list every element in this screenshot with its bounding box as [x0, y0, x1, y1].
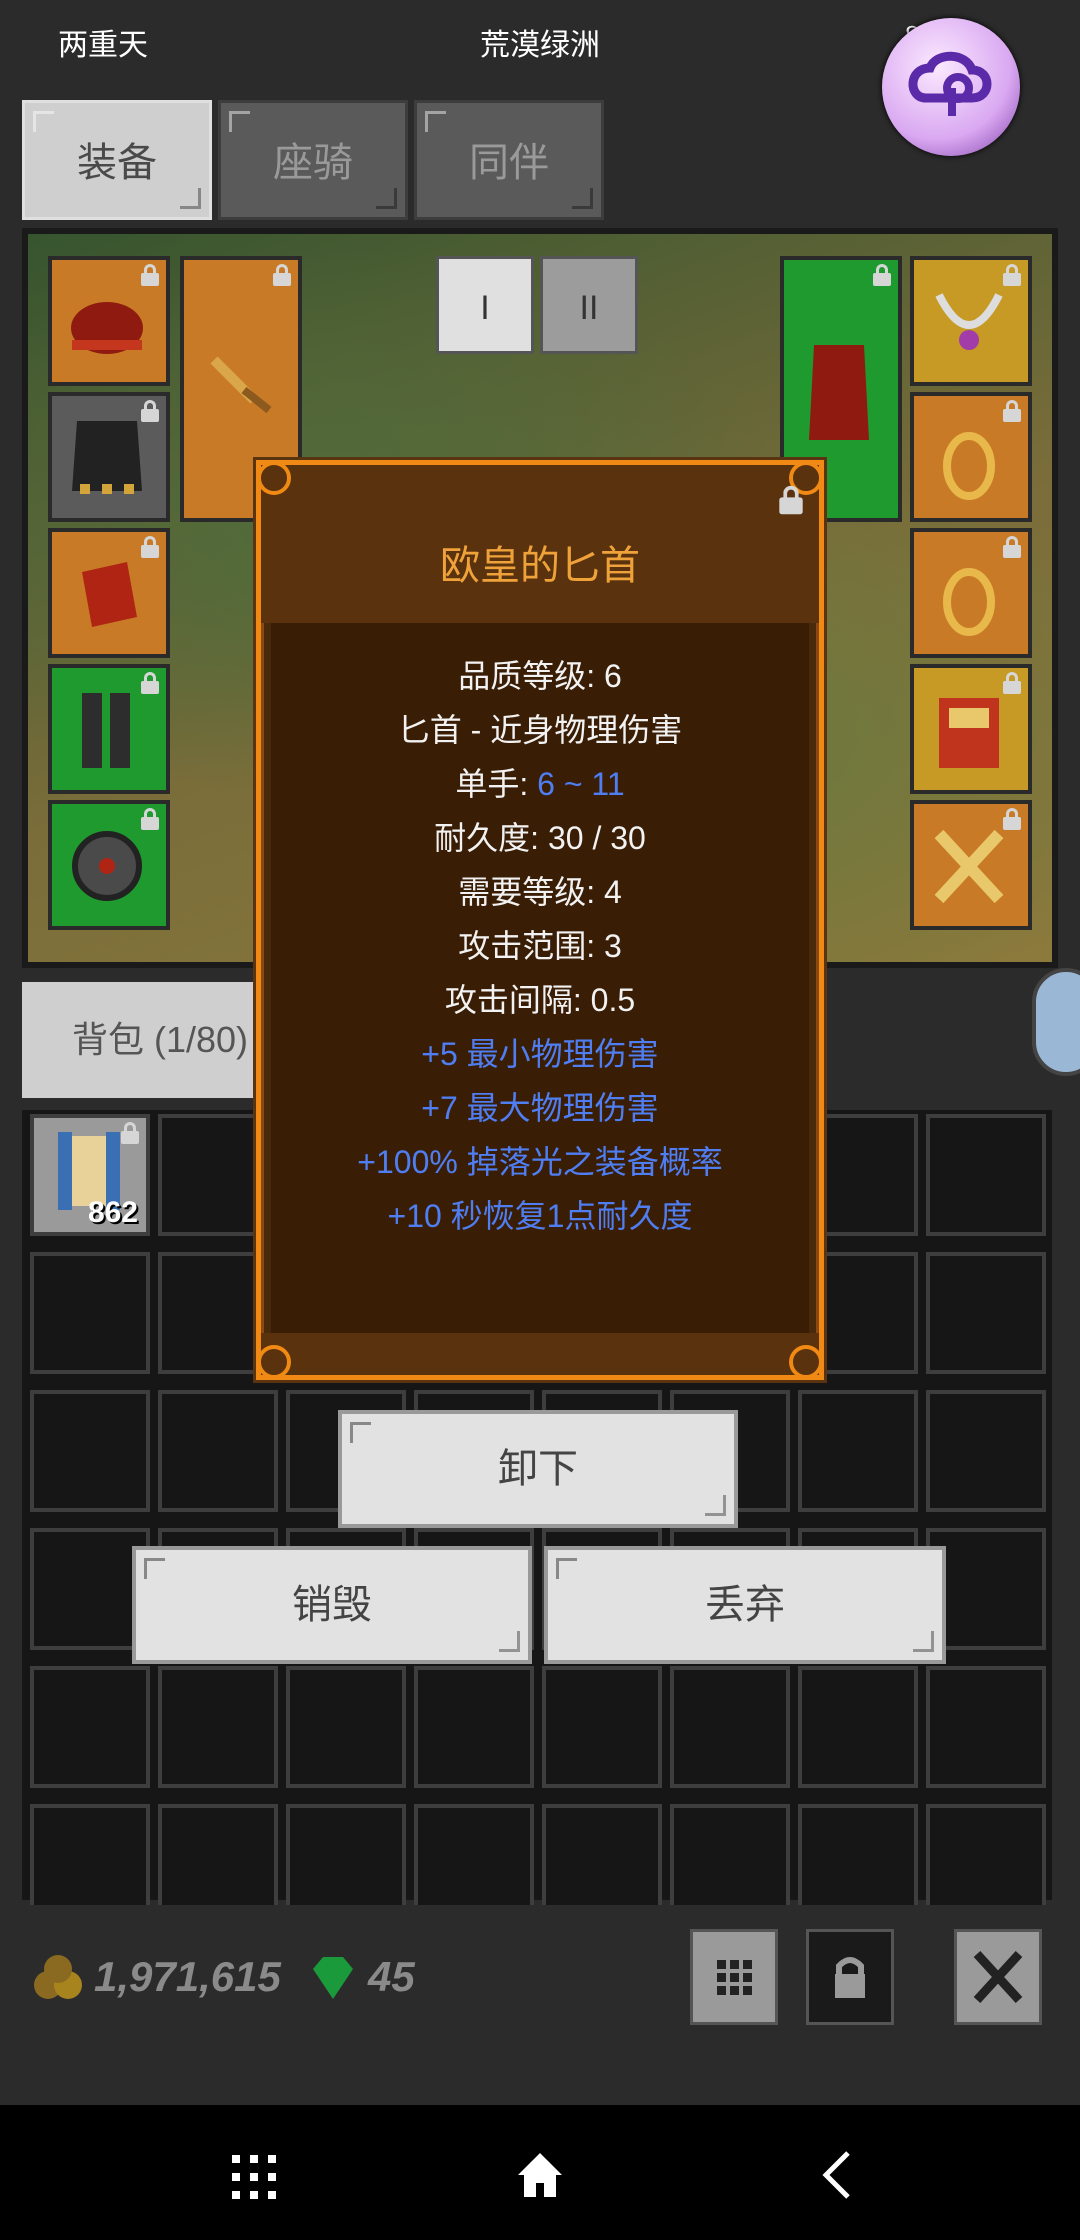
slot-ring-1[interactable]	[910, 392, 1032, 522]
bag-slot[interactable]	[158, 1390, 278, 1512]
slot-belt[interactable]	[910, 800, 1032, 930]
bag-slot[interactable]	[414, 1666, 534, 1788]
bag-slot[interactable]	[926, 1114, 1046, 1236]
tab-backpack[interactable]: 背包 (1/80)	[22, 982, 272, 1098]
back-icon[interactable]	[818, 2149, 858, 2201]
lock-icon	[120, 1122, 140, 1144]
close-icon	[973, 1950, 1023, 2004]
recent-apps-icon[interactable]	[230, 2153, 278, 2201]
affix-drop-chance: +100% 掉落光之装备概率	[357, 1144, 723, 1180]
lock-mode-button[interactable]	[806, 1929, 894, 2025]
bag-slot[interactable]	[926, 1252, 1046, 1374]
bag-slot[interactable]	[286, 1666, 406, 1788]
drop-button[interactable]: 丢弃	[544, 1546, 946, 1664]
drop-label: 丢弃	[705, 1583, 785, 1627]
home-icon[interactable]	[514, 2149, 566, 2201]
unequip-button[interactable]: 卸下	[338, 1410, 738, 1528]
lock-icon	[1002, 808, 1022, 830]
bag-slot-scroll[interactable]: 862	[30, 1114, 150, 1236]
page-button-2[interactable]: II	[540, 256, 638, 354]
gold-amount: 1,971,615	[94, 1953, 281, 2000]
affix-max-damage: +7 最大物理伤害	[421, 1090, 659, 1126]
corner-ornament-icon	[789, 1345, 823, 1379]
gold-coin-icon	[34, 1955, 82, 1999]
side-handle[interactable]	[1032, 968, 1080, 1076]
stat-quality: 品质等级: 6	[458, 658, 622, 694]
bag-slot[interactable]	[158, 1666, 278, 1788]
lock-icon	[1002, 264, 1022, 286]
bag-slot[interactable]	[798, 1666, 918, 1788]
corner-ornament-icon	[257, 461, 291, 495]
tab-companion[interactable]: 同伴	[414, 100, 604, 220]
destroy-label: 销毁	[292, 1583, 372, 1627]
corner-ornament-icon	[257, 1345, 291, 1379]
sort-grid-button[interactable]	[690, 1929, 778, 2025]
bag-slot[interactable]	[798, 1390, 918, 1512]
gem-amount: 45	[368, 1953, 415, 2000]
slot-shield[interactable]	[48, 800, 170, 930]
tab-companion-label: 同伴	[469, 141, 549, 185]
bag-slot[interactable]	[926, 1390, 1046, 1512]
destroy-button[interactable]: 销毁	[132, 1546, 532, 1664]
lock-icon	[1002, 536, 1022, 558]
tab-equipment[interactable]: 装备	[22, 100, 212, 220]
affix-min-damage: +5 最小物理伤害	[421, 1036, 659, 1072]
stat-attack-range: 攻击范围: 3	[458, 928, 622, 964]
tab-equipment-label: 装备	[77, 141, 157, 185]
lock-icon	[140, 400, 160, 422]
lock-icon	[272, 264, 292, 286]
bag-slot[interactable]	[670, 1666, 790, 1788]
bag-slot[interactable]	[30, 1252, 150, 1374]
stat-required-level: 需要等级: 4	[458, 874, 622, 910]
lock-icon	[872, 264, 892, 286]
lock-icon	[140, 264, 160, 286]
lock-icon	[140, 672, 160, 694]
stat-durability: 耐久度: 30 / 30	[434, 820, 646, 856]
lock-icon	[140, 808, 160, 830]
item-tooltip: 欧皇的匕首 品质等级: 6 匕首 - 近身物理伤害 单手: 6 ~ 11 耐久度…	[256, 460, 824, 1380]
unequip-label: 卸下	[498, 1447, 578, 1491]
stat-damage-label: 单手:	[455, 766, 538, 802]
item-count: 862	[87, 1196, 138, 1229]
gem-icon	[313, 1957, 353, 1999]
slot-armor[interactable]	[48, 392, 170, 522]
affix-durability-regen: +10 秒恢复1点耐久度	[387, 1198, 693, 1234]
bottom-bar: 1,971,615 45	[0, 1905, 1080, 2105]
tab-mount-label: 座骑	[273, 141, 353, 185]
lock-icon	[140, 536, 160, 558]
system-nav-bar	[0, 2105, 1080, 2240]
slot-book[interactable]	[910, 664, 1032, 794]
slot-boots[interactable]	[48, 664, 170, 794]
tab-mount[interactable]: 座骑	[218, 100, 408, 220]
floating-assistant-icon[interactable]	[882, 18, 1020, 156]
close-button[interactable]	[954, 1929, 1042, 2025]
stat-damage-value: 6 ~ 11	[537, 766, 625, 802]
slot-gloves[interactable]	[48, 528, 170, 658]
grid-icon	[717, 1960, 752, 1995]
lock-icon	[1002, 400, 1022, 422]
slot-ring-2[interactable]	[910, 528, 1032, 658]
stat-damage: 单手: 6 ~ 11	[261, 759, 819, 805]
lock-icon[interactable]	[778, 485, 804, 515]
stat-type: 匕首 - 近身物理伤害	[397, 712, 683, 748]
slot-necklace[interactable]	[910, 256, 1032, 386]
item-name: 欧皇的匕首	[440, 544, 640, 588]
bag-slot[interactable]	[542, 1666, 662, 1788]
bag-slot[interactable]	[926, 1666, 1046, 1788]
lock-icon	[835, 1957, 865, 1998]
page-button-1[interactable]: I	[436, 256, 534, 354]
bag-slot[interactable]	[30, 1666, 150, 1788]
stat-attack-interval: 攻击间隔: 0.5	[444, 982, 636, 1018]
bag-slot[interactable]	[30, 1390, 150, 1512]
slot-helmet[interactable]	[48, 256, 170, 386]
lock-icon	[1002, 672, 1022, 694]
